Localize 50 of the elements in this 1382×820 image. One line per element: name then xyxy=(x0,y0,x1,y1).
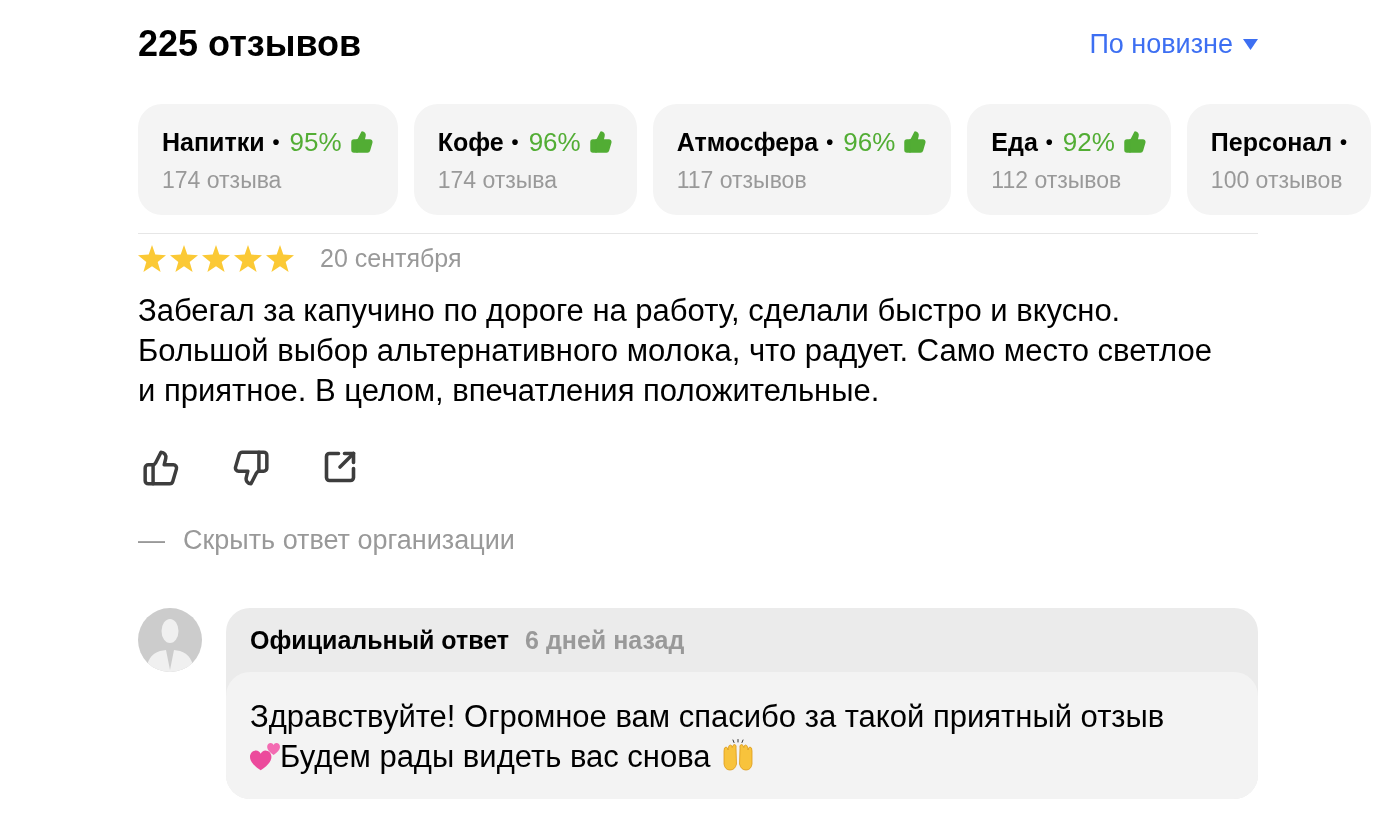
review-count: 174 отзыва xyxy=(162,166,283,194)
bullet-separator: • xyxy=(826,130,834,155)
thumbs-down-icon xyxy=(232,449,270,487)
review-text: Забегал за капучино по дороге на работу, сделали быстро и вкусно. Большой выбор альтернативного молока, что радует. Само место светлое и приятное. В целом, впечатления положительные. xyxy=(138,292,1213,410)
review-count: 112 отзывов xyxy=(991,166,1123,194)
star-icon xyxy=(138,244,166,272)
bullet-separator: • xyxy=(272,130,280,155)
category-name: Еда xyxy=(991,127,1038,158)
category-name: Персонал xyxy=(1210,127,1333,158)
like-button[interactable] xyxy=(142,449,180,487)
star-icon xyxy=(234,244,262,272)
reviews-count-title: 225 отзывов xyxy=(138,22,362,66)
review-date: 20 сентября xyxy=(320,243,462,273)
thumbs-up-icon xyxy=(903,130,928,154)
rating-percent: 92% xyxy=(1062,126,1115,158)
caret-down-icon xyxy=(1243,38,1258,50)
category-filter[interactable]: Еда • 92% 112 отзывов xyxy=(967,104,1171,215)
bullet-separator: • xyxy=(1045,130,1053,155)
thumbs-up-icon xyxy=(349,130,374,154)
thumbs-up-icon xyxy=(588,130,613,154)
category-filter[interactable]: Атмосфера • 96% 117 отзывов xyxy=(652,104,952,215)
reply-time: 6 дней назад xyxy=(525,625,685,656)
share-icon xyxy=(322,449,358,485)
thumbs-up-icon xyxy=(1122,130,1147,154)
category-name: Атмосфера xyxy=(676,127,819,158)
two-hearts-icon xyxy=(250,743,280,771)
avatar-silhouette-icon xyxy=(138,608,202,672)
review-count: 174 отзыва xyxy=(437,166,559,194)
rating-percent: 95% xyxy=(289,126,342,158)
category-filter[interactable]: Персонал • 100 отзывов xyxy=(1186,104,1372,215)
star-icon xyxy=(266,244,294,272)
raised-hands-icon xyxy=(720,739,755,771)
star-icon xyxy=(170,244,198,272)
reply-text: Будем рады видеть вас снова xyxy=(280,739,711,774)
review-count: 117 отзывов xyxy=(676,166,808,194)
thumbs-up-icon xyxy=(142,449,180,487)
bullet-separator: • xyxy=(1340,130,1348,155)
bullet-separator: • xyxy=(511,130,519,155)
review-count: 100 отзывов xyxy=(1210,166,1344,194)
reply-text: Здравствуйте! Огромное вам спасибо за такой приятный отзыв xyxy=(250,699,1165,734)
category-name: Кофе xyxy=(437,127,504,158)
rating-percent: 96% xyxy=(528,126,581,158)
category-filter[interactable]: Кофе • 96% 174 отзыва xyxy=(413,104,637,215)
sort-dropdown[interactable]: По новизне xyxy=(1089,26,1258,62)
reply-author: Официальный ответ xyxy=(250,625,510,656)
category-filter[interactable]: Напитки • 95% 174 отзыва xyxy=(138,104,398,215)
rating-percent: 96% xyxy=(843,126,896,158)
star-icon xyxy=(202,244,230,272)
dislike-button[interactable] xyxy=(232,449,270,487)
category-name: Напитки xyxy=(162,127,265,158)
